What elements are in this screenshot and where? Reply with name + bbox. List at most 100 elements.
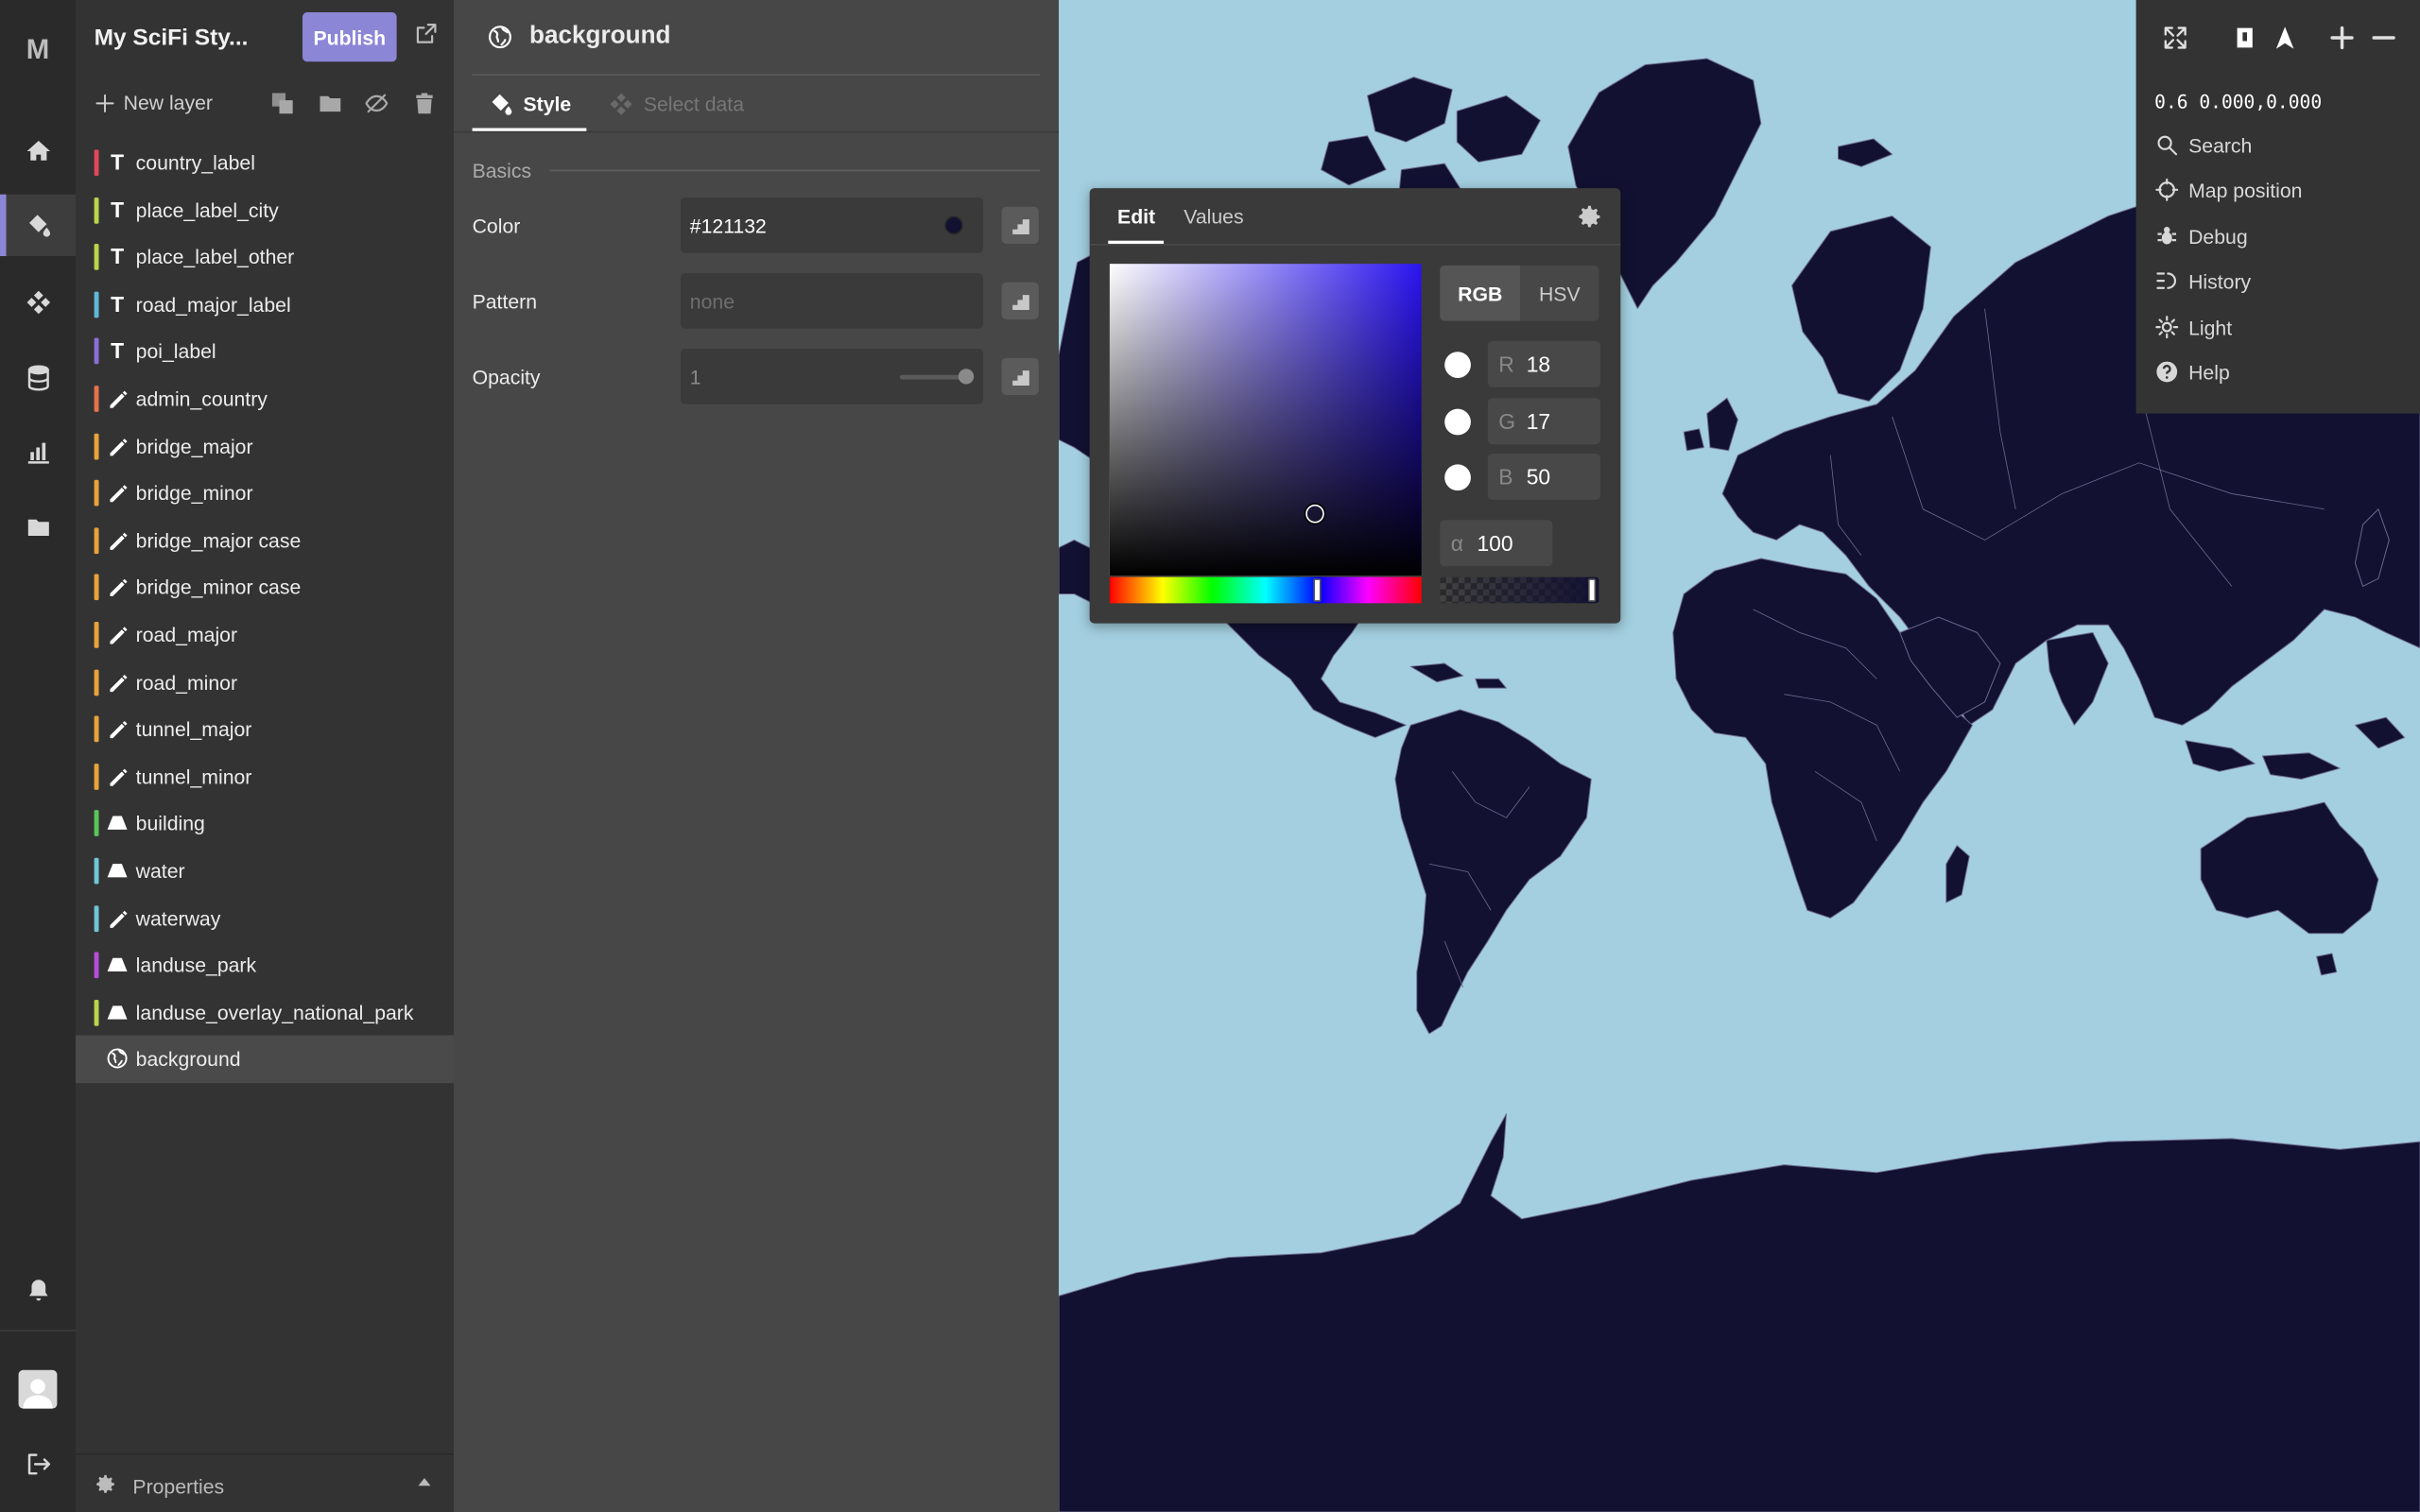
layer-item-road-minor[interactable]: road_minor [76, 658, 454, 705]
opacity-function-button[interactable] [1001, 357, 1039, 395]
debug-button[interactable]: Debug [2154, 224, 2248, 249]
pattern-input[interactable]: none [681, 272, 983, 329]
stairs-icon [1011, 218, 1029, 234]
layer-item-bridge-minor[interactable]: bridge_minor [76, 470, 454, 517]
layer-item-landuse-overlay-national-park[interactable]: landuse_overlay_national_park [76, 988, 454, 1036]
sign-out-icon[interactable] [0, 1434, 76, 1495]
folder-icon[interactable] [0, 497, 76, 558]
channel-b-radio[interactable] [1444, 464, 1471, 491]
notifications-icon[interactable] [0, 1261, 76, 1322]
layer-item-bridge-major-case[interactable]: bridge_major case [76, 517, 454, 564]
map-position-button[interactable]: Map position [2154, 178, 2302, 202]
opacity-slider-handle[interactable] [958, 369, 975, 385]
trash-icon[interactable] [412, 91, 437, 115]
layer-item-bridge-minor-case[interactable]: bridge_minor case [76, 563, 454, 610]
lock-bearing-icon[interactable] [2229, 22, 2260, 53]
light-button[interactable]: Light [2154, 315, 2232, 339]
components-icon[interactable] [0, 271, 76, 333]
properties-toggle[interactable]: Properties [76, 1452, 454, 1512]
text-layer-icon: T [111, 197, 125, 222]
compass-icon[interactable] [2269, 22, 2300, 53]
layer-item-background[interactable]: background [76, 1035, 454, 1083]
opacity-input[interactable]: 1 [681, 348, 983, 404]
layer-item-country-label[interactable]: Tcountry_label [76, 139, 454, 186]
layer-item-water[interactable]: water [76, 847, 454, 894]
zoom-in-icon[interactable] [2325, 22, 2357, 53]
basics-label: Basics [472, 159, 532, 182]
mode-rgb-button[interactable]: RGB [1440, 265, 1521, 321]
style-paint-icon[interactable] [0, 194, 76, 257]
color-input[interactable]: #121132 [681, 197, 983, 253]
landmass [1409, 662, 1464, 683]
help-button[interactable]: Help [2154, 359, 2230, 384]
group-folder-icon[interactable] [318, 91, 342, 115]
layer-color-bar [94, 668, 99, 696]
globe-icon [107, 1048, 128, 1069]
light-label: Light [2188, 315, 2233, 339]
history-button[interactable]: History [2154, 268, 2251, 293]
layer-item-road-major-label[interactable]: Troad_major_label [76, 281, 454, 328]
publish-button[interactable]: Publish [302, 12, 397, 62]
external-link-icon[interactable] [414, 22, 439, 46]
fullscreen-icon[interactable] [2159, 22, 2190, 53]
landmass [1475, 678, 1507, 689]
layer-color-bar [94, 621, 99, 648]
layer-item-tunnel-major[interactable]: tunnel_major [76, 705, 454, 752]
layer-item-building[interactable]: building [76, 799, 454, 847]
tab-select-data[interactable]: Select data [608, 91, 744, 117]
channel-r-radio[interactable] [1444, 352, 1471, 378]
saturation-value-area[interactable] [1109, 264, 1422, 576]
gear-icon[interactable] [1574, 202, 1603, 232]
layer-item-place-label-city[interactable]: Tplace_label_city [76, 186, 454, 233]
opacity-label: Opacity [472, 365, 541, 389]
layer-name: tunnel_minor [135, 765, 252, 788]
opacity-slider[interactable] [899, 374, 967, 380]
home-icon[interactable] [0, 120, 76, 181]
alpha-slider-handle[interactable] [1587, 578, 1597, 602]
duplicate-icon[interactable] [270, 91, 295, 115]
layer-color-bar [94, 574, 99, 601]
tab-style[interactable]: Style [488, 91, 571, 117]
hue-slider-handle[interactable] [1313, 578, 1322, 602]
channel-g-label: G [1498, 408, 1516, 434]
saturation-handle[interactable] [1305, 504, 1324, 524]
project-title[interactable]: My SciFi Sty... [95, 25, 249, 51]
channel-g-radio[interactable] [1444, 408, 1471, 436]
hue-slider[interactable] [1109, 576, 1422, 604]
channel-b-input[interactable]: B 50 [1487, 453, 1601, 500]
layer-item-landuse-park[interactable]: landuse_park [76, 941, 454, 988]
tab-style-label: Style [523, 92, 572, 116]
layer-item-poi-label[interactable]: Tpoi_label [76, 328, 454, 375]
avatar[interactable] [18, 1369, 58, 1409]
tab-edit[interactable]: Edit [1117, 205, 1155, 228]
layer-item-waterway[interactable]: waterway [76, 894, 454, 941]
stats-icon[interactable] [0, 421, 76, 483]
app-logo[interactable]: M [0, 34, 76, 66]
color-value: #121132 [689, 214, 767, 237]
tab-values[interactable]: Values [1184, 205, 1243, 228]
pattern-function-button[interactable] [1001, 282, 1039, 319]
alpha-label: α [1450, 530, 1463, 556]
layer-item-road-major[interactable]: road_major [76, 610, 454, 658]
layer-item-admin-country[interactable]: admin_country [76, 375, 454, 422]
color-swatch[interactable] [944, 215, 963, 235]
layer-item-place-label-other[interactable]: Tplace_label_other [76, 233, 454, 281]
layer-item-bridge-major[interactable]: bridge_major [76, 422, 454, 470]
text-layer-icon: T [111, 149, 125, 175]
channel-g-input[interactable]: G 17 [1487, 398, 1601, 445]
history-label: History [2188, 268, 2252, 293]
layer-name: place_label_city [135, 198, 279, 222]
channel-r-input[interactable]: R 18 [1487, 340, 1601, 387]
database-icon[interactable] [0, 347, 76, 408]
hide-icon[interactable] [364, 91, 389, 115]
landmass [1837, 138, 1893, 167]
map-search-button[interactable]: Search [2154, 132, 2252, 157]
alpha-input[interactable]: α 100 [1440, 520, 1553, 567]
color-function-button[interactable] [1001, 206, 1039, 244]
zoom-out-icon[interactable] [2367, 22, 2398, 53]
layer-item-tunnel-minor[interactable]: tunnel_minor [76, 752, 454, 799]
mode-hsv-button[interactable]: HSV [1520, 265, 1599, 321]
alpha-slider[interactable] [1440, 576, 1599, 604]
layer-color-bar [94, 149, 99, 177]
new-layer-button[interactable]: New layer [95, 91, 213, 114]
